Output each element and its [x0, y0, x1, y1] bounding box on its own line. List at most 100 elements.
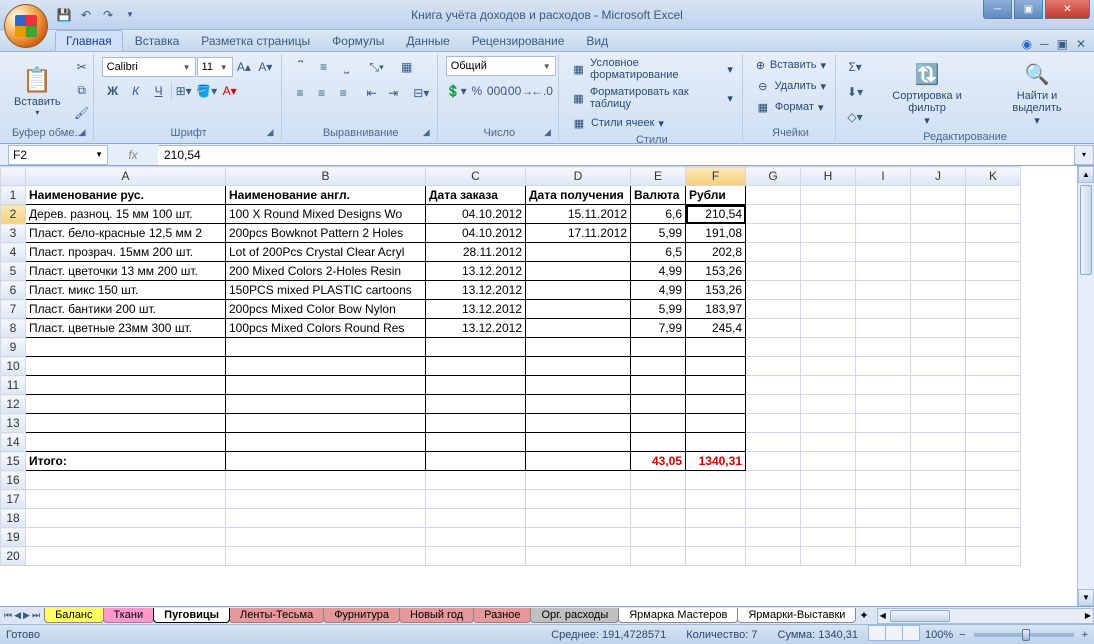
- cell-H17[interactable]: [801, 490, 856, 509]
- cell-G17[interactable]: [746, 490, 801, 509]
- percent-icon[interactable]: %: [468, 80, 486, 102]
- cell-G7[interactable]: [746, 300, 801, 319]
- cell-K5[interactable]: [966, 262, 1021, 281]
- conditional-format-button[interactable]: ▦Условное форматирование ▾: [567, 56, 737, 82]
- cell-H12[interactable]: [801, 395, 856, 414]
- cell-G20[interactable]: [746, 547, 801, 566]
- horizontal-scrollbar[interactable]: ◀ ▶: [877, 608, 1094, 624]
- cell-H15[interactable]: [801, 452, 856, 471]
- last-sheet-icon[interactable]: ⏭: [32, 610, 40, 621]
- scroll-thumb[interactable]: [1080, 185, 1092, 275]
- insert-cells-button[interactable]: ⊕Вставить ▾: [751, 56, 830, 74]
- cell-C18[interactable]: [426, 509, 526, 528]
- cell-I14[interactable]: [856, 433, 911, 452]
- cell-F19[interactable]: [686, 528, 746, 547]
- align-right-icon[interactable]: ≡: [333, 82, 354, 104]
- align-left-icon[interactable]: ≡: [290, 82, 311, 104]
- sheet-tab-Новый год[interactable]: Новый год: [399, 608, 474, 623]
- cell-J13[interactable]: [911, 414, 966, 433]
- align-bottom-icon[interactable]: ⎵: [336, 56, 358, 78]
- scroll-down-icon[interactable]: ▼: [1078, 589, 1094, 606]
- cell-C4[interactable]: 28.11.2012: [426, 243, 526, 262]
- cell-E1[interactable]: Валюта: [631, 186, 686, 205]
- cell-I8[interactable]: [856, 319, 911, 338]
- italic-icon[interactable]: К: [125, 80, 147, 102]
- cell-G15[interactable]: [746, 452, 801, 471]
- cell-F2[interactable]: 210,54: [686, 205, 746, 224]
- cell-D10[interactable]: [526, 357, 631, 376]
- vertical-scrollbar[interactable]: ▲ ▼: [1077, 166, 1094, 606]
- cell-E15[interactable]: 43,05: [631, 452, 686, 471]
- cell-E5[interactable]: 4,99: [631, 262, 686, 281]
- cell-I16[interactable]: [856, 471, 911, 490]
- col-header-E[interactable]: E: [631, 167, 686, 186]
- cell-I5[interactable]: [856, 262, 911, 281]
- cell-E12[interactable]: [631, 395, 686, 414]
- minimize-button[interactable]: ─: [983, 0, 1012, 19]
- row-header-10[interactable]: 10: [1, 357, 26, 376]
- cell-A5[interactable]: Пласт. цветочки 13 мм 200 шт.: [26, 262, 226, 281]
- cell-E7[interactable]: 5,99: [631, 300, 686, 319]
- close-workbook-icon[interactable]: ✕: [1076, 37, 1086, 51]
- cell-K3[interactable]: [966, 224, 1021, 243]
- cell-A8[interactable]: Пласт. цветные 23мм 300 шт.: [26, 319, 226, 338]
- cell-F1[interactable]: Рубли: [686, 186, 746, 205]
- cell-G13[interactable]: [746, 414, 801, 433]
- cell-I15[interactable]: [856, 452, 911, 471]
- indent-inc-icon[interactable]: ⇥: [383, 82, 404, 104]
- cell-A9[interactable]: [26, 338, 226, 357]
- shrink-font-icon[interactable]: A▾: [255, 56, 276, 78]
- cell-B10[interactable]: [226, 357, 426, 376]
- cell-K13[interactable]: [966, 414, 1021, 433]
- cell-D11[interactable]: [526, 376, 631, 395]
- cell-F4[interactable]: 202,8: [686, 243, 746, 262]
- cell-D20[interactable]: [526, 547, 631, 566]
- next-sheet-icon[interactable]: ▶: [23, 610, 30, 621]
- cell-C10[interactable]: [426, 357, 526, 376]
- cell-F15[interactable]: 1340,31: [686, 452, 746, 471]
- format-cells-button[interactable]: ▦Формат ▾: [751, 98, 830, 116]
- cell-B9[interactable]: [226, 338, 426, 357]
- cell-J6[interactable]: [911, 281, 966, 300]
- cell-D3[interactable]: 17.11.2012: [526, 224, 631, 243]
- col-header-B[interactable]: B: [226, 167, 426, 186]
- cell-C8[interactable]: 13.12.2012: [426, 319, 526, 338]
- row-header-16[interactable]: 16: [1, 471, 26, 490]
- dialog-launcher-icon[interactable]: ◢: [79, 127, 91, 139]
- scroll-up-icon[interactable]: ▲: [1078, 166, 1094, 183]
- cell-D6[interactable]: [526, 281, 631, 300]
- view-buttons[interactable]: [868, 625, 919, 644]
- cell-C12[interactable]: [426, 395, 526, 414]
- qat-customize-icon[interactable]: ▼: [121, 6, 139, 24]
- orientation-icon[interactable]: ⤡▾: [366, 56, 388, 78]
- cell-D2[interactable]: 15.11.2012: [526, 205, 631, 224]
- find-select-button[interactable]: 🔍 Найти и выделить▾: [988, 56, 1086, 129]
- dec-decimal-icon[interactable]: ←.0: [531, 80, 553, 102]
- cell-D16[interactable]: [526, 471, 631, 490]
- cell-B2[interactable]: 100 X Round Mixed Designs Wo: [226, 205, 426, 224]
- align-top-icon[interactable]: ⎴: [290, 56, 312, 78]
- ribbon-tab-данные[interactable]: Данные: [396, 31, 459, 51]
- cell-I9[interactable]: [856, 338, 911, 357]
- col-header-D[interactable]: D: [526, 167, 631, 186]
- cell-I4[interactable]: [856, 243, 911, 262]
- cell-I20[interactable]: [856, 547, 911, 566]
- cell-E10[interactable]: [631, 357, 686, 376]
- zoom-in-icon[interactable]: +: [1082, 629, 1088, 641]
- cell-J12[interactable]: [911, 395, 966, 414]
- row-header-7[interactable]: 7: [1, 300, 26, 319]
- cell-J7[interactable]: [911, 300, 966, 319]
- cell-E20[interactable]: [631, 547, 686, 566]
- cell-J2[interactable]: [911, 205, 966, 224]
- row-header-15[interactable]: 15: [1, 452, 26, 471]
- cell-G16[interactable]: [746, 471, 801, 490]
- cell-K12[interactable]: [966, 395, 1021, 414]
- sheet-tab-Орг. расходы[interactable]: Орг. расходы: [530, 608, 619, 623]
- cell-B13[interactable]: [226, 414, 426, 433]
- sheet-tab-Баланс[interactable]: Баланс: [44, 608, 103, 623]
- cell-H20[interactable]: [801, 547, 856, 566]
- cell-F9[interactable]: [686, 338, 746, 357]
- cell-J10[interactable]: [911, 357, 966, 376]
- indent-dec-icon[interactable]: ⇤: [361, 82, 382, 104]
- cell-A18[interactable]: [26, 509, 226, 528]
